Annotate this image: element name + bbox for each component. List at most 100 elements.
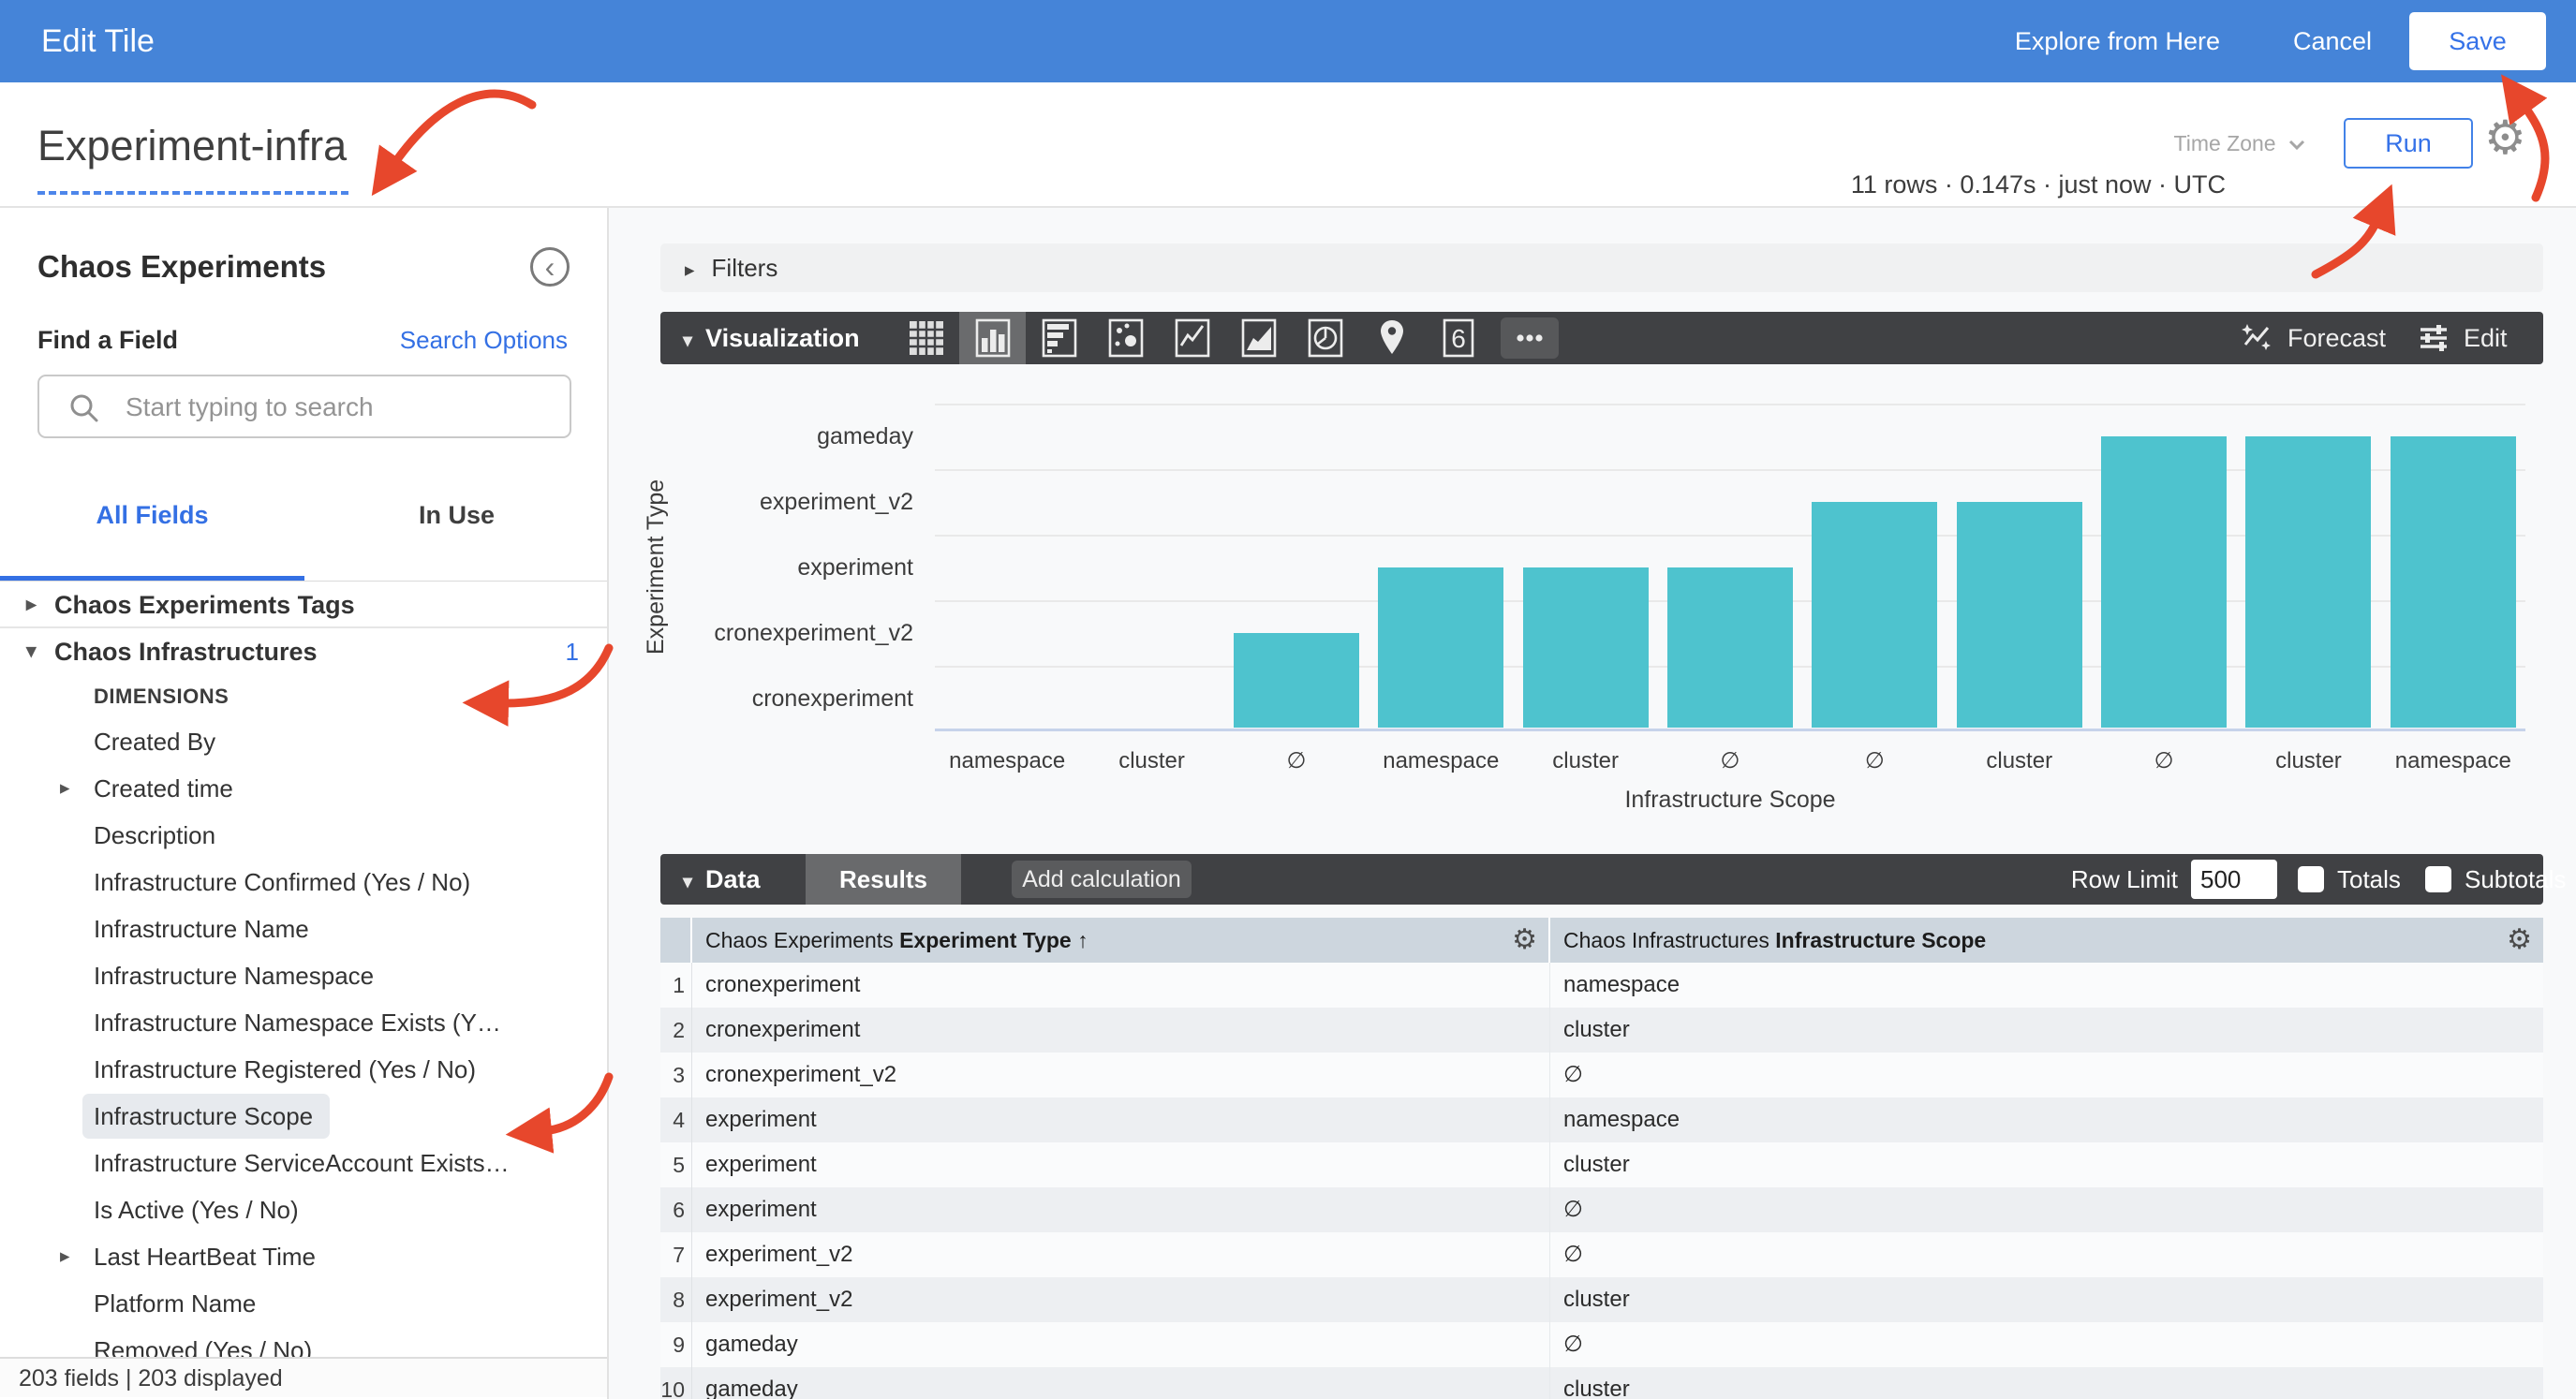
viz-type-line-icon[interactable] xyxy=(1159,312,1225,364)
viz-type-scatter-icon[interactable] xyxy=(1092,312,1159,364)
sidebar-item-infrastructure-name[interactable]: Infrastructure Name xyxy=(0,906,607,952)
explore-from-here-button[interactable]: Explore from Here xyxy=(2015,0,2220,82)
collapse-sidebar-icon[interactable]: ‹ xyxy=(530,247,570,287)
chart-bar[interactable] xyxy=(1667,567,1793,728)
sidebar-item-removed-yes-no[interactable]: Removed (Yes / No) xyxy=(0,1327,607,1358)
search-options-link[interactable]: Search Options xyxy=(400,326,568,355)
caret-right-icon[interactable]: ▸ xyxy=(26,582,37,628)
cell-infrastructure-scope[interactable]: cluster xyxy=(1550,1277,2543,1322)
tab-in-use[interactable]: In Use xyxy=(304,494,609,536)
tab-all-fields[interactable]: All Fields xyxy=(0,494,304,536)
forecast-button[interactable]: Forecast xyxy=(2239,312,2386,364)
chart-bar[interactable] xyxy=(2245,436,2371,728)
cell-infrastructure-scope[interactable]: ∅ xyxy=(1550,1053,2543,1097)
table-body: 1cronexperimentnamespace2cronexperimentc… xyxy=(660,963,2543,1399)
data-header-toggle[interactable]: ▾Data xyxy=(683,854,761,907)
chart-bar[interactable] xyxy=(1812,502,1937,728)
cell-infrastructure-scope[interactable]: ∅ xyxy=(1550,1322,2543,1367)
chart-bar[interactable] xyxy=(2101,436,2227,728)
sidebar-item-infrastructure-confirmed-yes-no[interactable]: Infrastructure Confirmed (Yes / No) xyxy=(0,859,607,906)
sidebar-item-chaos-experiments-tags[interactable]: ▸Chaos Experiments Tags xyxy=(0,582,607,628)
chart-bar[interactable] xyxy=(1234,633,1359,728)
cell-infrastructure-scope[interactable]: namespace xyxy=(1550,1097,2543,1142)
sidebar-item-chaos-infrastructures[interactable]: ▾Chaos Infrastructures1 xyxy=(0,628,607,675)
cell-experiment-type[interactable]: experiment_v2 xyxy=(692,1277,1550,1322)
filters-section-header[interactable]: ▸Filters xyxy=(660,243,2543,292)
cell-experiment-type[interactable]: experiment_v2 xyxy=(692,1232,1550,1277)
y-tick-label: gameday xyxy=(609,422,913,450)
column-gear-icon[interactable]: ⚙ xyxy=(1512,918,1537,963)
sidebar-item-platform-name[interactable]: Platform Name xyxy=(0,1280,607,1327)
cell-infrastructure-scope[interactable]: ∅ xyxy=(1550,1232,2543,1277)
cell-experiment-type[interactable]: cronexperiment_v2 xyxy=(692,1053,1550,1097)
viz-type-more-icon[interactable] xyxy=(1501,317,1559,359)
chart-bar[interactable] xyxy=(1378,567,1503,728)
sidebar-item-is-active-yes-no[interactable]: Is Active (Yes / No) xyxy=(0,1186,607,1233)
tile-title-input[interactable]: Experiment-infra xyxy=(37,122,347,170)
viz-type-pie-icon[interactable] xyxy=(1292,312,1358,364)
run-button[interactable]: Run xyxy=(2344,118,2473,169)
column-header-experiment-type[interactable]: Chaos Experiments Experiment Type ↑ ⚙ xyxy=(692,918,1550,963)
subtotals-checkbox[interactable] xyxy=(2425,866,2451,892)
row-number: 9 xyxy=(660,1322,692,1367)
caret-right-icon[interactable]: ▸ xyxy=(60,1233,70,1280)
gridline xyxy=(935,404,2525,405)
timezone-selector[interactable]: Time Zone xyxy=(2174,131,2306,156)
chart-bar[interactable] xyxy=(1957,502,2082,728)
totals-checkbox[interactable] xyxy=(2298,866,2324,892)
sidebar-item-created-by[interactable]: Created By xyxy=(0,718,607,765)
cell-infrastructure-scope[interactable]: namespace xyxy=(1550,963,2543,1008)
column-header-infrastructure-scope[interactable]: Chaos Infrastructures Infrastructure Sco… xyxy=(1550,918,2543,963)
sidebar-item-infrastructure-registered-yes-no[interactable]: Infrastructure Registered (Yes / No) xyxy=(0,1046,607,1093)
chart-bar[interactable] xyxy=(1523,567,1649,728)
field-label: Is Active (Yes / No) xyxy=(94,1196,299,1224)
gear-icon[interactable]: ⚙ xyxy=(2484,110,2526,165)
table-row: 8experiment_v2cluster xyxy=(660,1277,2543,1322)
cell-experiment-type[interactable]: cronexperiment xyxy=(692,1008,1550,1053)
sidebar-item-infrastructure-serviceaccount-exists[interactable]: Infrastructure ServiceAccount Exists… xyxy=(0,1140,607,1186)
cell-infrastructure-scope[interactable]: ∅ xyxy=(1550,1187,2543,1232)
field-label: Infrastructure Registered (Yes / No) xyxy=(94,1055,476,1083)
sidebar-item-description[interactable]: Description xyxy=(0,812,607,859)
fields-in-use-count: 1 xyxy=(566,628,579,675)
row-limit-input[interactable] xyxy=(2191,860,2277,899)
visualization-header-toggle[interactable]: ▾Visualization xyxy=(683,312,860,367)
sidebar-item-created-time[interactable]: ▸Created time xyxy=(0,765,607,812)
column-view-prefix: Chaos Infrastructures xyxy=(1563,928,1769,952)
table-row: 3cronexperiment_v2∅ xyxy=(660,1053,2543,1097)
x-tick-label: ∅ xyxy=(1223,747,1369,775)
cell-infrastructure-scope[interactable]: cluster xyxy=(1550,1367,2543,1399)
cancel-button[interactable]: Cancel xyxy=(2293,0,2372,82)
edit-viz-button[interactable]: Edit xyxy=(2415,312,2508,364)
viz-type-bar-icon[interactable] xyxy=(1026,312,1092,364)
sidebar-item-infrastructure-scope[interactable]: Infrastructure Scope xyxy=(0,1093,607,1140)
caret-right-icon[interactable]: ▸ xyxy=(60,765,70,812)
caret-down-icon[interactable]: ▾ xyxy=(26,628,37,675)
viz-type-table-icon[interactable] xyxy=(893,312,959,364)
search-input[interactable] xyxy=(124,381,540,434)
cell-experiment-type[interactable]: cronexperiment xyxy=(692,963,1550,1008)
cell-experiment-type[interactable]: experiment xyxy=(692,1187,1550,1232)
cell-infrastructure-scope[interactable]: cluster xyxy=(1550,1142,2543,1187)
chart-bar[interactable] xyxy=(2391,436,2516,728)
table-row: 5experimentcluster xyxy=(660,1142,2543,1187)
field-label: Infrastructure Namespace xyxy=(94,962,374,990)
cell-experiment-type[interactable]: gameday xyxy=(692,1367,1550,1399)
viz-type-column-icon[interactable] xyxy=(959,312,1026,364)
viz-type-area-icon[interactable] xyxy=(1225,312,1292,364)
cell-infrastructure-scope[interactable]: cluster xyxy=(1550,1008,2543,1053)
column-gear-icon[interactable]: ⚙ xyxy=(2507,918,2532,963)
results-tab[interactable]: Results xyxy=(806,854,961,905)
sidebar-item-infrastructure-namespace[interactable]: Infrastructure Namespace xyxy=(0,952,607,999)
cell-experiment-type[interactable]: experiment xyxy=(692,1142,1550,1187)
viz-type-map-icon[interactable] xyxy=(1358,312,1425,364)
save-button[interactable]: Save xyxy=(2409,12,2546,70)
add-calculation-button[interactable]: Add calculation xyxy=(1012,861,1192,898)
cell-experiment-type[interactable]: experiment xyxy=(692,1097,1550,1142)
sidebar-item-last-heartbeat-time[interactable]: ▸Last HeartBeat Time xyxy=(0,1233,607,1280)
field-label: Platform Name xyxy=(94,1289,256,1318)
row-number: 3 xyxy=(660,1053,692,1097)
cell-experiment-type[interactable]: gameday xyxy=(692,1322,1550,1367)
sidebar-item-infrastructure-namespace-exists-y[interactable]: Infrastructure Namespace Exists (Y… xyxy=(0,999,607,1046)
viz-type-single-value-icon[interactable]: 6 xyxy=(1425,312,1491,364)
